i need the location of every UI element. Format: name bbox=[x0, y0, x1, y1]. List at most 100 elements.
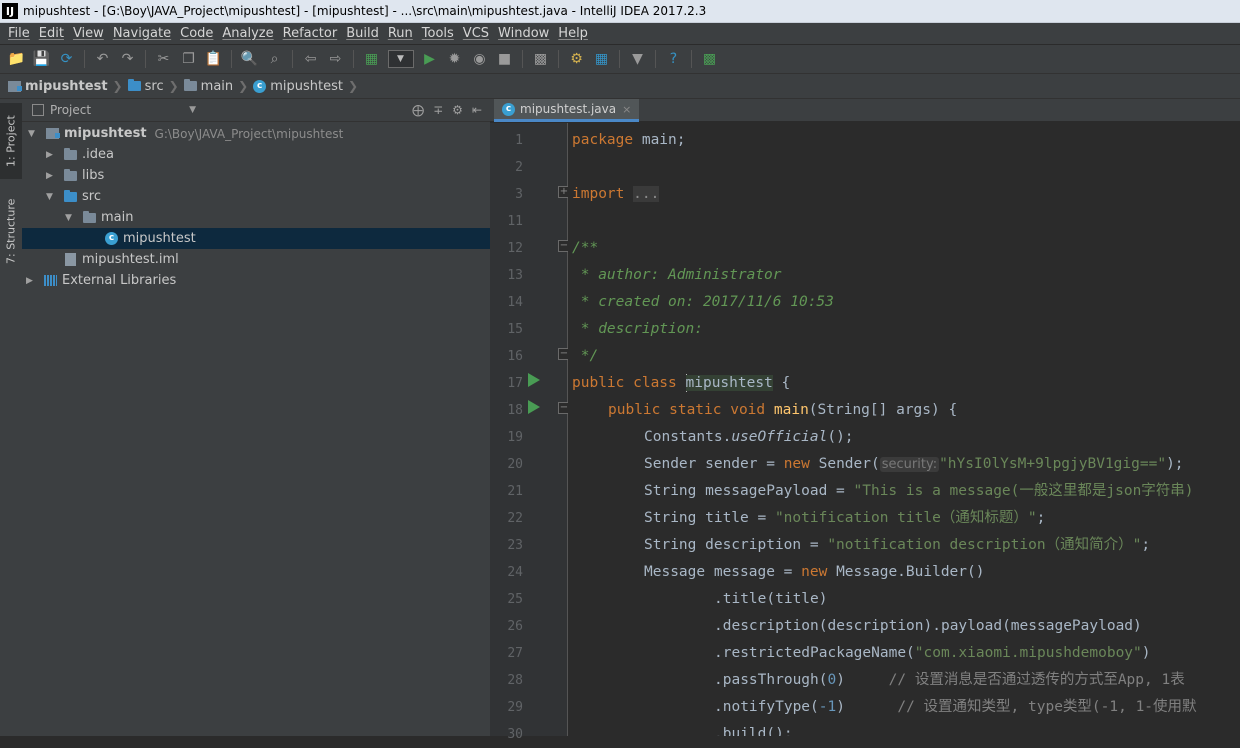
copy-icon[interactable]: ❐ bbox=[180, 50, 198, 68]
menu-analyze[interactable]: Analyze bbox=[222, 26, 273, 41]
make-project-icon[interactable]: ▦ bbox=[363, 50, 381, 68]
run-icon[interactable]: ▶ bbox=[421, 50, 439, 68]
code-text: ; bbox=[1036, 510, 1046, 526]
project-panel: Project ▼ ⨁ ∓ ⚙ ⇤ ▼ mipushtest G:\Boy\JA… bbox=[22, 99, 490, 736]
package-icon bbox=[83, 210, 96, 223]
coverage-icon[interactable]: ◉ bbox=[471, 50, 489, 68]
expanded-arrow-icon[interactable]: ▼ bbox=[28, 129, 38, 139]
chevron-right-icon: ❯ bbox=[112, 79, 123, 93]
open-folder-icon[interactable]: 📁 bbox=[8, 50, 26, 68]
code-text: String title = bbox=[644, 510, 775, 526]
line-number: 28 bbox=[507, 673, 523, 688]
synchronize-icon[interactable]: ⟳ bbox=[58, 50, 76, 68]
forward-icon[interactable]: ⇨ bbox=[327, 50, 345, 68]
folded-imports[interactable]: ... bbox=[633, 186, 660, 202]
collapse-all-icon[interactable]: ∓ bbox=[433, 103, 443, 117]
line-number: 11 bbox=[507, 214, 523, 229]
vcs-update-icon[interactable]: ▩ bbox=[532, 50, 550, 68]
tree-item-mipushtest-class[interactable]: c mipushtest bbox=[22, 228, 490, 249]
cut-icon[interactable]: ✂ bbox=[155, 50, 173, 68]
run-class-icon[interactable] bbox=[528, 373, 540, 387]
source-folder-icon bbox=[64, 189, 77, 202]
chevron-down-icon[interactable]: ▼ bbox=[189, 105, 196, 115]
menu-vcs[interactable]: VCS bbox=[463, 26, 489, 41]
menu-file[interactable]: File bbox=[8, 26, 30, 41]
tab-project[interactable]: 1: Project bbox=[0, 103, 22, 179]
chevron-right-icon: ❯ bbox=[168, 79, 179, 93]
menu-window[interactable]: Window bbox=[498, 26, 549, 41]
menu-code[interactable]: Code bbox=[180, 26, 213, 41]
java-class-icon: c bbox=[502, 102, 515, 116]
code-line: * description: bbox=[572, 321, 703, 337]
project-structure-icon[interactable]: ▦ bbox=[593, 50, 611, 68]
help-icon[interactable]: ? bbox=[665, 50, 683, 68]
breadcrumb-project[interactable]: mipushtest bbox=[8, 79, 108, 94]
code-line: Message message = new Message.Builder() bbox=[644, 559, 984, 586]
tree-item-project-root[interactable]: ▼ mipushtest G:\Boy\JAVA_Project\mipusht… bbox=[22, 123, 490, 144]
project-panel-header: Project ▼ ⨁ ∓ ⚙ ⇤ bbox=[22, 99, 490, 122]
code-line: .restrictedPackageName("com.xiaomi.mipus… bbox=[714, 640, 1151, 667]
plugin-icon[interactable]: ▩ bbox=[701, 50, 719, 68]
tree-item-external-libraries[interactable]: ▶ External Libraries bbox=[22, 270, 490, 291]
paste-icon[interactable]: 📋 bbox=[205, 50, 223, 68]
menu-navigate[interactable]: Navigate bbox=[113, 26, 171, 41]
collapsed-arrow-icon[interactable]: ▶ bbox=[46, 171, 56, 181]
replace-icon[interactable]: ⌕ bbox=[266, 50, 284, 68]
menu-view[interactable]: View bbox=[73, 26, 104, 41]
gear-icon[interactable]: ⚙ bbox=[452, 103, 463, 117]
menu-edit[interactable]: Edit bbox=[39, 26, 64, 41]
breadcrumb-src[interactable]: src bbox=[127, 79, 164, 94]
project-view-selector[interactable]: Project bbox=[32, 103, 91, 117]
iml-file-icon bbox=[65, 253, 76, 266]
code-editor[interactable]: package main; import ... /** * author: A… bbox=[568, 123, 1240, 736]
run-main-icon[interactable] bbox=[528, 400, 540, 414]
stop-icon[interactable]: ■ bbox=[496, 50, 514, 68]
run-config-dropdown[interactable]: ▼ bbox=[387, 50, 414, 68]
debug-icon[interactable]: ✹ bbox=[446, 50, 464, 68]
scroll-from-source-icon[interactable]: ⨁ bbox=[412, 103, 424, 117]
chevron-right-icon: ❯ bbox=[238, 79, 249, 93]
tree-item-iml[interactable]: mipushtest.iml bbox=[22, 249, 490, 270]
line-number: 12 bbox=[507, 241, 523, 256]
hide-panel-icon[interactable]: ⇤ bbox=[472, 103, 482, 117]
breadcrumb-class[interactable]: c mipushtest bbox=[253, 79, 343, 94]
tree-item-libs[interactable]: ▶ libs bbox=[22, 165, 490, 186]
expanded-arrow-icon[interactable]: ▼ bbox=[46, 192, 56, 202]
toolbar-separator bbox=[558, 50, 559, 68]
back-icon[interactable]: ⇦ bbox=[302, 50, 320, 68]
expanded-arrow-icon[interactable]: ▼ bbox=[65, 213, 75, 223]
close-icon[interactable]: × bbox=[622, 103, 631, 116]
line-number: 18 bbox=[507, 403, 523, 418]
line-number: 15 bbox=[507, 322, 523, 337]
tree-item-main[interactable]: ▼ main bbox=[22, 207, 490, 228]
line-number: 23 bbox=[507, 538, 523, 553]
menu-tools[interactable]: Tools bbox=[422, 26, 454, 41]
tree-item-path: G:\Boy\JAVA_Project\mipushtest bbox=[154, 126, 344, 141]
code-line: public class mipushtest { bbox=[572, 370, 790, 397]
intellij-logo-icon: IJ bbox=[2, 3, 18, 19]
tab-mipushtest-java[interactable]: c mipushtest.java × bbox=[494, 99, 640, 122]
collapsed-arrow-icon[interactable]: ▶ bbox=[26, 276, 36, 286]
menu-refactor[interactable]: Refactor bbox=[283, 26, 338, 41]
breadcrumb-main[interactable]: main bbox=[183, 79, 233, 94]
find-icon[interactable]: 🔍 bbox=[241, 50, 259, 68]
collapsed-arrow-icon[interactable]: ▶ bbox=[46, 150, 56, 160]
tree-item-src[interactable]: ▼ src bbox=[22, 186, 490, 207]
menu-build[interactable]: Build bbox=[346, 26, 379, 41]
menu-run[interactable]: Run bbox=[388, 26, 413, 41]
save-all-icon[interactable]: 💾 bbox=[33, 50, 51, 68]
menu-help[interactable]: Help bbox=[558, 26, 588, 41]
title-bar: IJ mipushtest - [G:\Boy\JAVA_Project\mip… bbox=[0, 0, 1240, 23]
method-name: main bbox=[773, 402, 809, 418]
sdk-manager-icon[interactable]: ▼ bbox=[629, 50, 647, 68]
code-text: ) bbox=[836, 699, 845, 715]
tree-item-label: mipushtest.iml bbox=[82, 252, 179, 267]
tree-item-label: mipushtest bbox=[64, 126, 147, 141]
undo-icon[interactable]: ↶ bbox=[94, 50, 112, 68]
line-number: 29 bbox=[507, 700, 523, 715]
settings-icon[interactable]: ⚙ bbox=[568, 50, 586, 68]
editor-gutter[interactable]: 1 2 3 11 12 13 14 15 16 17 18 19 20 21 2… bbox=[490, 123, 570, 742]
tree-item-idea[interactable]: ▶ .idea bbox=[22, 144, 490, 165]
tab-structure[interactable]: 7: Structure bbox=[0, 189, 22, 273]
redo-icon[interactable]: ↷ bbox=[119, 50, 137, 68]
